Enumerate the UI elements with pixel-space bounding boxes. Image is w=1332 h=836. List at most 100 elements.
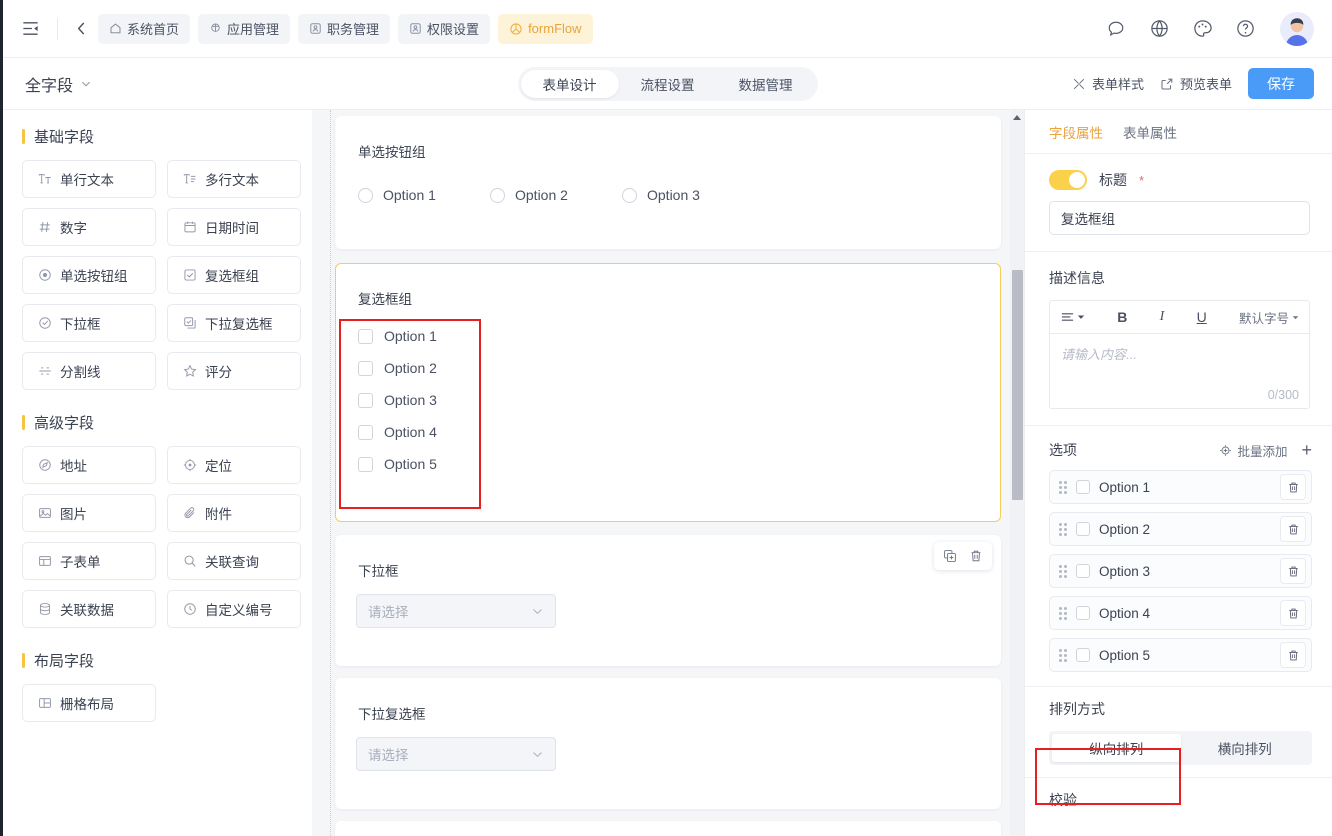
canvas-scrollbar[interactable]: [1010, 110, 1024, 836]
arrangement-vertical-button[interactable]: 纵向排列: [1052, 734, 1181, 762]
field-chip-radio-group[interactable]: 单选按钮组: [22, 256, 156, 294]
multiselect-input[interactable]: 请选择: [356, 737, 556, 771]
radio-icon[interactable]: [490, 187, 505, 203]
field-chip-related-query[interactable]: 关联查询: [167, 542, 301, 580]
canvas-field-checkbox-group[interactable]: 复选框组 Option 1 Option 2 Option 3 Option 4…: [335, 263, 1001, 522]
field-chip-image[interactable]: 图片: [22, 494, 156, 532]
option-row[interactable]: Option 3: [1049, 554, 1312, 588]
rich-text-editor[interactable]: B I U 默认字号 请输入内容... 0/300: [1049, 300, 1310, 409]
field-chip-checkbox-group[interactable]: 复选框组: [167, 256, 301, 294]
drag-handle-icon[interactable]: [1059, 564, 1067, 578]
scroll-up-arrow-icon[interactable]: [1013, 115, 1021, 120]
title-visibility-toggle[interactable]: [1049, 170, 1087, 190]
nav-tab-permission-settings[interactable]: 权限设置: [398, 13, 491, 44]
nav-tab-formflow[interactable]: formFlow: [498, 13, 593, 44]
form-canvas[interactable]: 单选按钮组 Option 1 Option 2 Option 3 复选框组 Op…: [312, 110, 1024, 836]
canvas-scroll-thumb[interactable]: [1012, 270, 1023, 500]
nav-tab-position-management[interactable]: 职务管理: [298, 13, 391, 44]
preview-form-button[interactable]: 预览表单: [1160, 74, 1232, 93]
editor-content-area[interactable]: 请输入内容... 0/300: [1050, 334, 1309, 408]
title-input[interactable]: [1049, 201, 1310, 235]
checkbox-icon[interactable]: [1076, 564, 1090, 578]
drag-handle-icon[interactable]: [1059, 648, 1067, 662]
option-row[interactable]: Option 2: [1049, 512, 1312, 546]
field-chip-single-line-text[interactable]: 单行文本: [22, 160, 156, 198]
arrangement-horizontal-button[interactable]: 横向排列: [1181, 734, 1310, 762]
palette-icon[interactable]: [1190, 17, 1214, 41]
select-input[interactable]: 请选择: [356, 594, 556, 628]
font-size-selector[interactable]: 默认字号: [1239, 308, 1299, 327]
trash-icon[interactable]: [1280, 474, 1306, 500]
field-chip-multi-line-text[interactable]: 多行文本: [167, 160, 301, 198]
field-chip-address[interactable]: 地址: [22, 446, 156, 484]
radio-option[interactable]: Option 1: [358, 187, 490, 203]
checkbox-option[interactable]: Option 1: [358, 320, 1000, 352]
tab-field-properties[interactable]: 字段属性: [1049, 122, 1103, 144]
field-chip-dropdown-multi[interactable]: 下拉复选框: [167, 304, 301, 342]
align-icon[interactable]: [1060, 310, 1085, 325]
back-chevron-icon[interactable]: [70, 18, 92, 40]
help-icon[interactable]: [1233, 17, 1257, 41]
field-chip-location[interactable]: 定位: [167, 446, 301, 484]
trash-icon[interactable]: [1280, 600, 1306, 626]
option-row[interactable]: Option 1: [1049, 470, 1312, 504]
field-chip-dropdown[interactable]: 下拉框: [22, 304, 156, 342]
tab-flow-settings[interactable]: 流程设置: [619, 70, 717, 98]
tab-form-properties[interactable]: 表单属性: [1123, 122, 1177, 144]
checkbox-icon[interactable]: [358, 392, 373, 408]
checkbox-option[interactable]: Option 5: [358, 448, 1000, 480]
trash-icon[interactable]: [1280, 642, 1306, 668]
canvas-field-radio-group[interactable]: 单选按钮组 Option 1 Option 2 Option 3: [335, 116, 1001, 249]
checkbox-icon[interactable]: [358, 424, 373, 440]
field-chip-number[interactable]: 数字: [22, 208, 156, 246]
field-scope-selector[interactable]: 全字段: [25, 72, 92, 96]
field-chip-custom-serial[interactable]: 自定义编号: [167, 590, 301, 628]
checkbox-icon[interactable]: [1076, 522, 1090, 536]
checkbox-option[interactable]: Option 4: [358, 416, 1000, 448]
tab-data-management[interactable]: 数据管理: [717, 70, 815, 98]
drag-handle-icon[interactable]: [1059, 480, 1067, 494]
drag-handle-icon[interactable]: [1059, 522, 1067, 536]
copy-icon[interactable]: [939, 545, 961, 567]
add-option-button[interactable]: +: [1301, 441, 1312, 459]
delete-icon[interactable]: [965, 545, 987, 567]
checkbox-icon[interactable]: [358, 456, 373, 472]
save-button[interactable]: 保存: [1248, 68, 1314, 99]
option-row[interactable]: Option 4: [1049, 596, 1312, 630]
nav-tab-system-home[interactable]: 系统首页: [98, 13, 191, 44]
canvas-field-multiselect[interactable]: 下拉复选框 请选择: [335, 678, 1001, 809]
field-chip-divider[interactable]: 分割线: [22, 352, 156, 390]
field-chip-rating[interactable]: 评分: [167, 352, 301, 390]
field-chip-related-data[interactable]: 关联数据: [22, 590, 156, 628]
radio-icon[interactable]: [622, 187, 637, 203]
checkbox-icon[interactable]: [1076, 606, 1090, 620]
underline-button[interactable]: U: [1197, 309, 1207, 325]
nav-tab-app-management[interactable]: 应用管理: [198, 13, 291, 44]
radio-option[interactable]: Option 3: [622, 187, 754, 203]
trash-icon[interactable]: [1280, 558, 1306, 584]
checkbox-icon[interactable]: [1076, 648, 1090, 662]
checkbox-icon[interactable]: [358, 328, 373, 344]
italic-button[interactable]: I: [1160, 309, 1165, 325]
checkbox-option[interactable]: Option 3: [358, 384, 1000, 416]
checkbox-icon[interactable]: [1076, 480, 1090, 494]
canvas-drop-area[interactable]: 单选按钮组 Option 1 Option 2 Option 3 复选框组 Op…: [330, 110, 1012, 836]
field-chip-attachment[interactable]: 附件: [167, 494, 301, 532]
field-chip-datetime[interactable]: 日期时间: [167, 208, 301, 246]
canvas-field-select[interactable]: 下拉框 请选择: [335, 535, 1001, 666]
canvas-field-divider[interactable]: 分割线: [335, 821, 1001, 836]
checkbox-option[interactable]: Option 2: [358, 352, 1000, 384]
tab-form-design[interactable]: 表单设计: [520, 69, 619, 98]
trash-icon[interactable]: [1280, 516, 1306, 542]
option-row[interactable]: Option 5: [1049, 638, 1312, 672]
form-style-button[interactable]: 表单样式: [1072, 74, 1144, 93]
drag-handle-icon[interactable]: [1059, 606, 1067, 620]
bold-button[interactable]: B: [1117, 309, 1127, 325]
avatar[interactable]: [1280, 11, 1314, 46]
radio-icon[interactable]: [358, 187, 373, 203]
batch-add-button[interactable]: 批量添加: [1219, 441, 1287, 460]
field-chip-subform[interactable]: 子表单: [22, 542, 156, 580]
field-chip-grid-layout[interactable]: 栅格布局: [22, 684, 156, 722]
message-icon[interactable]: [1104, 17, 1128, 41]
globe-icon[interactable]: [1147, 17, 1171, 41]
